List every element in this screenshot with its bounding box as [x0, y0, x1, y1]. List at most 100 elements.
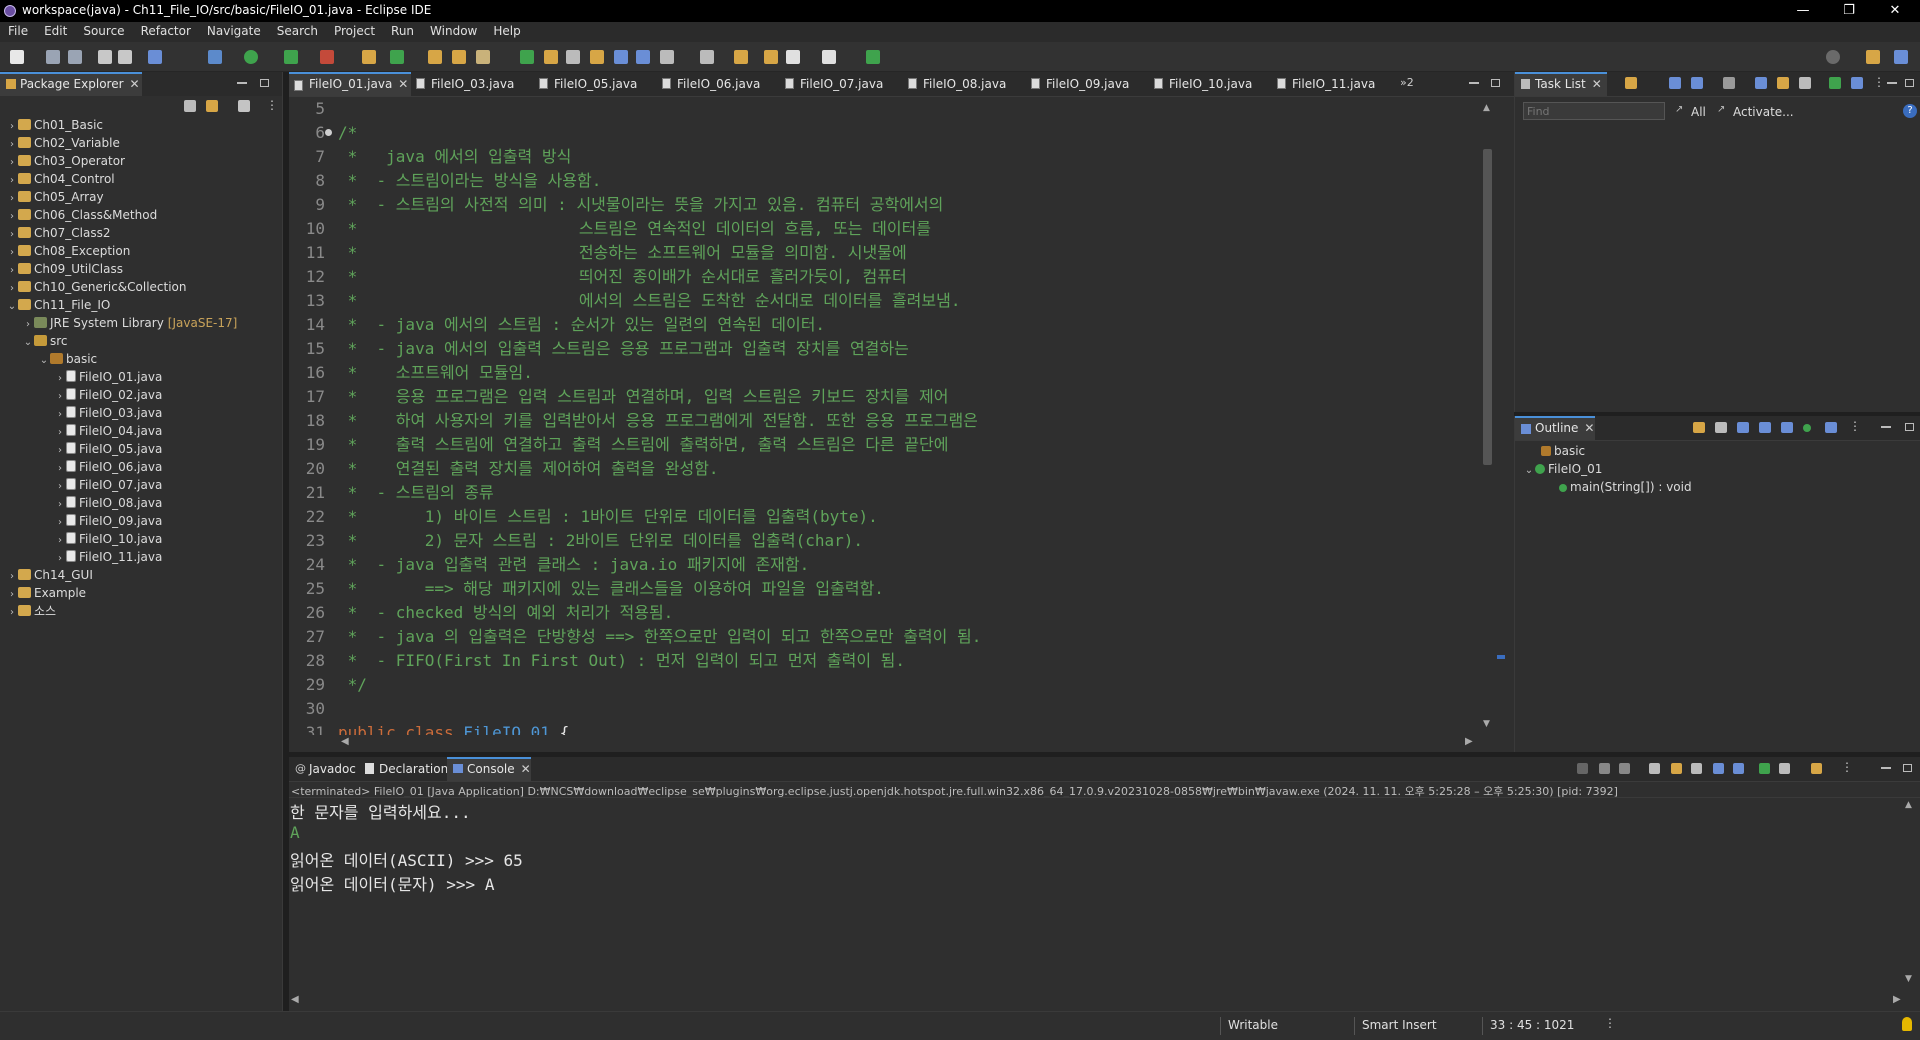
expand-all-icon[interactable] [1777, 77, 1789, 89]
scroll-left-icon[interactable]: ◀ [291, 994, 299, 1005]
minimize-icon[interactable] [1887, 82, 1897, 84]
back-icon[interactable] [786, 50, 800, 64]
scroll-right-icon[interactable]: ▶ [1893, 994, 1901, 1005]
tree-item[interactable]: ⌄ Ch11_File_IO [6, 296, 111, 316]
hide-fields-icon[interactable] [1737, 422, 1749, 433]
java-perspective-icon[interactable] [1894, 50, 1908, 64]
tree-item[interactable]: › FileIO_02.java [54, 386, 162, 404]
word-wrap-icon[interactable] [1691, 763, 1702, 774]
tab-package-explorer[interactable]: Package Explorer ✕ [0, 72, 142, 96]
tab-fileio-03[interactable]: FileIO_03.java [411, 72, 534, 96]
tab-javadoc[interactable]: @ Javadoc [289, 757, 359, 781]
run-icon[interactable] [244, 50, 258, 64]
chevron-down-icon[interactable]: ⌄ [6, 298, 18, 316]
link-editor-icon[interactable] [206, 100, 218, 112]
tip-bulb-icon[interactable] [1902, 1017, 1912, 1031]
tree-item[interactable]: › Ch04_Control [6, 170, 115, 188]
redo-icon[interactable] [118, 50, 132, 64]
external-tools-icon[interactable] [320, 50, 334, 64]
save-all-icon[interactable] [68, 50, 82, 64]
help-icon[interactable]: ? [1903, 104, 1917, 118]
view-menu-icon[interactable]: ⋮ [1873, 75, 1885, 89]
forward-icon[interactable] [822, 50, 836, 64]
tree-item[interactable]: › Ch02_Variable [6, 134, 120, 152]
menu-search[interactable]: Search [269, 22, 326, 38]
tab-fileio-07[interactable]: FileIO_07.java [780, 72, 903, 96]
chevron-right-icon[interactable]: › [6, 604, 18, 622]
filter-icon[interactable] [238, 100, 250, 112]
tree-item[interactable]: › Ch05_Array [6, 188, 104, 206]
restore-button[interactable]: ❐ [1826, 0, 1872, 22]
sort-icon[interactable] [1693, 422, 1705, 433]
status-cursor-position[interactable]: 33 : 45 : 1021 [1490, 1018, 1574, 1032]
block-select-icon[interactable] [590, 50, 604, 64]
forward-edit-icon[interactable] [764, 50, 778, 64]
new-icon[interactable] [10, 50, 24, 64]
scroll-right-icon[interactable]: ▶ [1465, 736, 1473, 747]
menu-project[interactable]: Project [326, 22, 383, 38]
clear-console-icon[interactable] [1649, 763, 1660, 774]
toggle-mark-icon[interactable] [520, 50, 534, 64]
chevron-down-icon[interactable]: ⌄ [1523, 462, 1535, 480]
tree-item[interactable]: › JRE System Library [JavaSE-17] [22, 314, 237, 332]
search-icon[interactable] [1826, 50, 1840, 64]
last-edit-icon[interactable] [734, 50, 748, 64]
task-find-input[interactable] [1523, 102, 1665, 120]
minimize-icon[interactable] [1881, 426, 1891, 428]
tab-fileio-10[interactable]: FileIO_10.java [1149, 72, 1272, 96]
close-icon[interactable]: ✕ [398, 77, 408, 91]
close-button[interactable]: ✕ [1872, 0, 1918, 22]
outline-class[interactable]: ⌄ FileIO_01 [1523, 460, 1603, 480]
scheduled-icon[interactable] [1691, 77, 1703, 89]
activate-link[interactable]: Activate... [1733, 105, 1794, 119]
hide-completed-icon[interactable] [1723, 77, 1735, 89]
open-type-icon[interactable] [428, 50, 442, 64]
tree-item[interactable]: › 소스 [6, 602, 56, 620]
collapse-all-icon[interactable] [184, 100, 196, 112]
outline-method[interactable]: main(String[]) : void [1559, 478, 1692, 496]
maximize-icon[interactable] [1905, 423, 1914, 431]
tree-item[interactable]: ⌄ src [22, 332, 68, 350]
save-icon[interactable] [46, 50, 60, 64]
menu-refactor[interactable]: Refactor [133, 22, 199, 38]
open-perspective-icon[interactable] [1866, 50, 1880, 64]
tab-fileio-08[interactable]: FileIO_08.java [903, 72, 1026, 96]
search-tool-icon[interactable] [476, 50, 490, 64]
tab-fileio-11[interactable]: FileIO_11.java [1272, 72, 1395, 96]
display-console-icon[interactable] [1779, 763, 1790, 774]
terminal-icon[interactable] [148, 50, 162, 64]
presentation-icon[interactable] [1851, 77, 1863, 89]
hide-local-types-icon[interactable] [1803, 424, 1811, 432]
chevron-down-icon[interactable]: ⌄ [38, 352, 50, 370]
tree-item[interactable]: › Ch09_UtilClass [6, 260, 123, 278]
tree-item[interactable]: › FileIO_09.java [54, 512, 162, 530]
show-on-error-icon[interactable] [1733, 763, 1744, 774]
minimize-icon[interactable] [1469, 82, 1479, 84]
tab-task-list[interactable]: Task List ✕ [1515, 72, 1607, 96]
tree-item[interactable]: › FileIO_05.java [54, 440, 162, 458]
pen-icon[interactable] [544, 50, 558, 64]
collapse-all-icon[interactable] [1799, 77, 1811, 89]
tree-item[interactable]: › FileIO_07.java [54, 476, 162, 494]
scroll-lock-icon[interactable] [1671, 763, 1682, 774]
run-history-icon[interactable] [284, 50, 298, 64]
close-icon[interactable]: ✕ [130, 77, 140, 91]
show-whitespace-icon[interactable] [636, 50, 650, 64]
vertical-scrollbar[interactable]: ▲ ▼ [1479, 97, 1495, 735]
collapse-all-icon[interactable] [1715, 422, 1727, 433]
status-menu-icon[interactable]: ⋮ [1604, 1016, 1616, 1030]
maximize-icon[interactable] [1491, 79, 1500, 87]
menu-run[interactable]: Run [383, 22, 422, 38]
tree-item[interactable]: › FileIO_10.java [54, 530, 162, 548]
prev-annotation-icon[interactable] [700, 50, 714, 64]
pin-console-icon[interactable] [1759, 763, 1770, 774]
tab-outline[interactable]: Outline ✕ [1515, 416, 1595, 440]
outline-package[interactable]: basic [1541, 442, 1585, 460]
open-console-icon[interactable] [1811, 763, 1822, 774]
view-menu-icon[interactable]: ⋮ [1849, 419, 1861, 433]
tab-console[interactable]: Console ✕ [447, 757, 531, 781]
close-icon[interactable]: ✕ [1584, 421, 1594, 435]
synchronize-icon[interactable] [1829, 77, 1841, 89]
terminate-icon[interactable] [1577, 763, 1588, 774]
annotation-icon[interactable] [566, 50, 580, 64]
